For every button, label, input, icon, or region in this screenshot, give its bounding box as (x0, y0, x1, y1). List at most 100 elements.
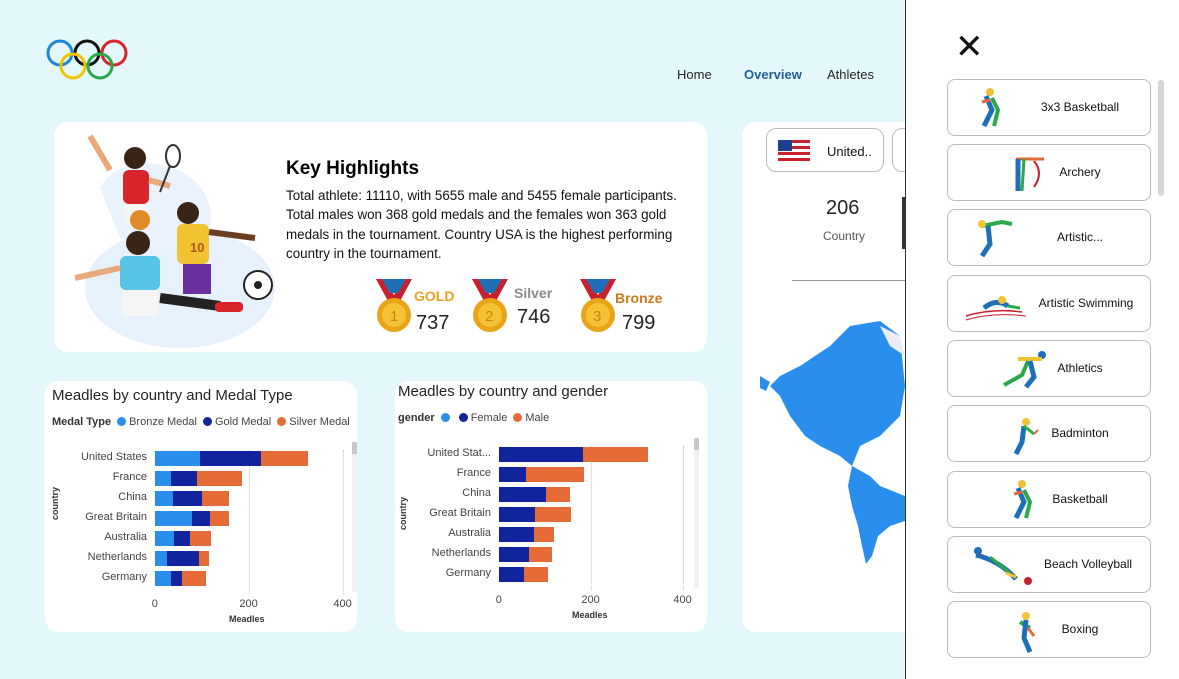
gold-count: 737 (416, 312, 450, 334)
svg-text:3: 3 (593, 308, 601, 325)
bar-segment[interactable] (198, 551, 210, 566)
y-category-label: Great Britain (429, 507, 491, 519)
y-category-label: Netherlands (431, 547, 491, 559)
svg-text:10: 10 (190, 240, 204, 255)
sport-label: Artistic... (1056, 230, 1103, 244)
legend-silver: Silver Medal (289, 416, 350, 428)
x-tick-label: 200 (581, 594, 600, 606)
bronze-count: 799 (622, 312, 656, 334)
chart2-scroll-thumb[interactable] (694, 438, 699, 450)
bar-segment[interactable] (172, 491, 202, 506)
bar-segment[interactable] (155, 571, 172, 586)
y-category-label: Germany (445, 567, 491, 579)
bar-segment[interactable] (155, 451, 200, 466)
y-category-label: United Stat... (427, 447, 491, 459)
silver-label: Silver (514, 285, 553, 301)
sport-tile-beach-volleyball[interactable]: Beach Volleyball (947, 536, 1151, 593)
y-category-label: United States (80, 451, 147, 463)
sport-tile-boxing[interactable]: Boxing (947, 601, 1151, 658)
bar-segment[interactable] (155, 491, 173, 506)
bar-segment[interactable] (499, 467, 526, 482)
bar-segment[interactable] (534, 507, 571, 522)
chart1-scrollbar[interactable] (352, 442, 357, 592)
bar-segment[interactable] (166, 551, 199, 566)
close-icon[interactable]: ✕ (955, 30, 984, 64)
athletes-illustration: 10 (74, 134, 275, 348)
x-tick-label: 400 (673, 594, 692, 606)
bar-segment[interactable] (155, 511, 192, 526)
sport-tile-artistic-swimming[interactable]: Artistic Swimming (947, 275, 1151, 332)
bar-segment[interactable] (210, 511, 230, 526)
gridline (683, 446, 684, 590)
bar-segment[interactable] (499, 567, 525, 582)
y-category-label: Great Britain (85, 511, 147, 523)
bar-segment[interactable] (499, 487, 546, 502)
silver-count: 746 (517, 306, 551, 328)
bar-segment[interactable] (171, 471, 198, 486)
sport-label: Athletics (1057, 361, 1103, 375)
y-category-label: France (112, 471, 147, 483)
sport-tile-basketball[interactable]: Basketball (947, 471, 1151, 528)
bar-segment[interactable] (499, 527, 534, 542)
bar-segment[interactable] (583, 447, 649, 462)
sport-label: Artistic Swimming (1038, 296, 1134, 310)
sport-label: 3x3 Basketball (1040, 100, 1120, 114)
sport-tile-3x3-basketball[interactable]: 3x3 Basketball (947, 79, 1151, 136)
bronze-medal-stat: 3 Bronze 799 (578, 279, 673, 335)
y-category-label: China (462, 487, 491, 499)
nav-athletes[interactable]: Athletes (827, 67, 874, 82)
y-category-label: Germany (101, 571, 147, 583)
world-map[interactable] (760, 316, 906, 566)
chart1-xlabel: Meadles (229, 614, 265, 624)
kpi-label: Country (823, 229, 866, 243)
bar-segment[interactable] (260, 451, 308, 466)
bar-segment[interactable] (190, 531, 212, 546)
bronze-medal-icon: 3 (580, 279, 616, 332)
bar-segment[interactable] (499, 547, 529, 562)
gold-medal-stat: 1 GOLD 737 (374, 279, 464, 335)
x-tick-label: 400 (333, 598, 352, 610)
bar-segment[interactable] (533, 527, 555, 542)
bar-segment[interactable] (155, 531, 174, 546)
y-category-label: China (118, 491, 147, 503)
legend-female: Female (470, 412, 508, 424)
bar-segment[interactable] (499, 507, 535, 522)
bar-segment[interactable] (181, 571, 207, 586)
sport-tile-artistic[interactable]: Artistic... (947, 209, 1151, 266)
sport-tile-archery[interactable]: Archery (947, 144, 1151, 201)
kpi-value: 206 (826, 197, 860, 219)
sport-tile-athletics[interactable]: Athletics (947, 340, 1151, 397)
bar-segment[interactable] (199, 451, 261, 466)
bar-segment[interactable] (545, 487, 571, 502)
bar-segment[interactable] (173, 531, 191, 546)
bar-segment[interactable] (197, 471, 242, 486)
sport-label: Badminton (1051, 426, 1109, 440)
chart2-scrollbar[interactable] (694, 438, 699, 588)
y-category-label: Netherlands (87, 551, 147, 563)
bar-segment[interactable] (191, 511, 211, 526)
bar-segment[interactable] (171, 571, 182, 586)
legend-dot-silver (277, 417, 287, 426)
y-category-label: Australia (448, 527, 491, 539)
highlights-body: Total athlete: 11110, with 5655 male and… (286, 188, 677, 262)
bar-segment[interactable] (528, 547, 552, 562)
bar-segment[interactable] (525, 467, 585, 482)
bar-segment[interactable] (155, 471, 172, 486)
legend-male: Male (525, 412, 550, 424)
panel-scrollbar-thumb[interactable] (1158, 80, 1164, 196)
bar-segment[interactable] (499, 447, 584, 462)
bar-segment[interactable] (155, 551, 167, 566)
chart1-scroll-thumb[interactable] (352, 442, 357, 454)
chart2-legend: gender Female Male (398, 412, 549, 424)
nav-home[interactable]: Home (677, 67, 712, 82)
sport-tile-badminton[interactable]: Badminton (947, 405, 1151, 462)
bar-segment[interactable] (524, 567, 549, 582)
nav-overview[interactable]: Overview (744, 67, 802, 82)
legend-dot-female (458, 413, 468, 422)
svg-text:1: 1 (390, 308, 398, 325)
bar-segment[interactable] (202, 491, 230, 506)
y-category-label: France (456, 467, 491, 479)
country-select[interactable]: United.. (766, 128, 884, 172)
chart2-xlabel: Meadles (572, 610, 608, 620)
gridline (591, 446, 592, 590)
